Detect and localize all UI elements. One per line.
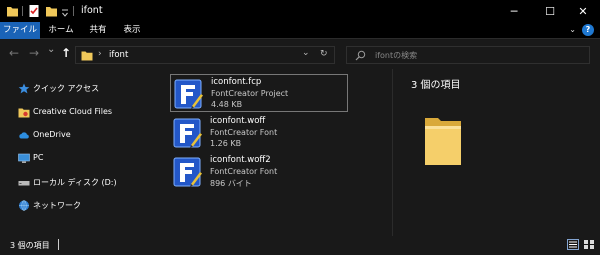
maximize-button[interactable]: ☐ <box>533 0 567 22</box>
status-separator <box>58 239 59 250</box>
help-icon[interactable]: ? <box>582 24 594 36</box>
sidebar-item-label: Creative Cloud Files <box>33 107 113 116</box>
sidebar-item-label: PC <box>33 153 44 162</box>
sidebar-item-network[interactable]: ネットワーク <box>0 196 156 216</box>
sidebar-item-label: OneDrive <box>33 130 71 139</box>
forward-button[interactable]: → <box>29 46 39 60</box>
navigation-pane: クイック アクセス Creative Cloud Files OneDrive … <box>0 69 156 236</box>
status-bar: 3 個の項目 <box>0 236 600 255</box>
breadcrumb-ifont[interactable]: ifont <box>109 50 128 60</box>
sidebar-item-label: ローカル ディスク (D:) <box>33 178 117 187</box>
drive-icon <box>18 181 30 186</box>
status-item-count: 3 個の項目 <box>10 241 50 250</box>
folder-icon <box>7 7 18 17</box>
file-item-iconfont-woff2[interactable]: iconfont.woff2 FontCreator Font 896 バイト <box>170 153 348 191</box>
properties-icon[interactable] <box>28 4 40 18</box>
sidebar-item-creative-cloud-files[interactable]: Creative Cloud Files <box>0 103 156 123</box>
new-folder-icon[interactable] <box>45 4 58 18</box>
creative-cloud-folder-icon <box>18 108 30 118</box>
file-type: FontCreator Project <box>211 89 289 98</box>
tab-home[interactable]: ホーム <box>43 22 79 39</box>
fontcreator-file-icon <box>173 157 202 187</box>
recent-locations-button[interactable]: ⌄ <box>47 44 55 55</box>
navigation-bar: ← → ⌄ ↑ › ifont ⌄ ↻ ifontの検索 <box>0 39 600 69</box>
up-button[interactable]: ↑ <box>61 46 71 60</box>
minimize-button[interactable]: ─ <box>497 0 531 22</box>
ribbon-tabs: ファイル ホーム 共有 表示 ⌄ ? <box>0 22 600 39</box>
file-list: iconfont.fcp FontCreator Project 4.48 KB… <box>156 69 392 236</box>
title-bar: ifont ─ ☐ ✕ <box>0 0 600 22</box>
sidebar-item-label: クイック アクセス <box>33 84 100 93</box>
file-name: iconfont.woff2 <box>210 155 271 165</box>
breadcrumb-separator: › <box>98 49 102 59</box>
fontcreator-file-icon <box>173 118 202 148</box>
file-type: FontCreator Font <box>210 167 278 176</box>
sidebar-item-label: ネットワーク <box>33 201 81 210</box>
preview-pane: 3 個の項目 <box>392 69 600 236</box>
search-icon <box>355 50 366 61</box>
file-type: FontCreator Font <box>210 128 278 137</box>
file-item-iconfont-woff[interactable]: iconfont.woff FontCreator Font 1.26 KB <box>170 114 348 152</box>
sidebar-item-pc[interactable]: PC <box>0 149 156 169</box>
file-item-iconfont-fcp[interactable]: iconfont.fcp FontCreator Project 4.48 KB <box>170 74 348 112</box>
separator <box>73 6 74 16</box>
sidebar-item-onedrive[interactable]: OneDrive <box>0 126 156 146</box>
address-bar[interactable]: › ifont ⌄ ↻ <box>75 46 335 64</box>
file-size: 1.26 KB <box>210 139 242 148</box>
address-dropdown-button[interactable]: ⌄ <box>302 48 310 58</box>
star-icon <box>18 83 30 94</box>
monitor-icon <box>18 153 30 163</box>
folder-icon <box>425 118 461 165</box>
tab-share[interactable]: 共有 <box>83 22 113 39</box>
network-icon <box>19 200 29 211</box>
back-button[interactable]: ← <box>9 46 19 60</box>
file-name: iconfont.woff <box>210 116 266 126</box>
file-size: 4.48 KB <box>211 100 243 109</box>
window-title: ifont <box>81 5 103 16</box>
close-button[interactable]: ✕ <box>566 0 600 22</box>
tab-view[interactable]: 表示 <box>117 22 147 39</box>
large-icons-view-icon[interactable] <box>583 239 595 250</box>
preview-item-count: 3 個の項目 <box>411 80 461 91</box>
folder-icon <box>81 51 93 61</box>
separator <box>22 6 23 16</box>
search-placeholder: ifontの検索 <box>375 51 418 60</box>
file-name: iconfont.fcp <box>211 77 262 87</box>
tab-file[interactable]: ファイル <box>0 22 40 39</box>
sidebar-item-quick-access[interactable]: クイック アクセス <box>0 79 156 99</box>
refresh-button[interactable]: ↻ <box>320 49 328 59</box>
fontcreator-file-icon <box>174 79 203 109</box>
details-view-icon[interactable] <box>567 239 579 250</box>
file-size: 896 バイト <box>210 179 252 188</box>
customize-toolbar-icon[interactable] <box>61 6 69 20</box>
chevron-down-icon[interactable]: ⌄ <box>569 25 576 34</box>
search-input[interactable]: ifontの検索 <box>346 46 590 64</box>
cloud-icon <box>19 132 29 139</box>
sidebar-item-local-disk-d[interactable]: ローカル ディスク (D:) <box>0 173 156 193</box>
